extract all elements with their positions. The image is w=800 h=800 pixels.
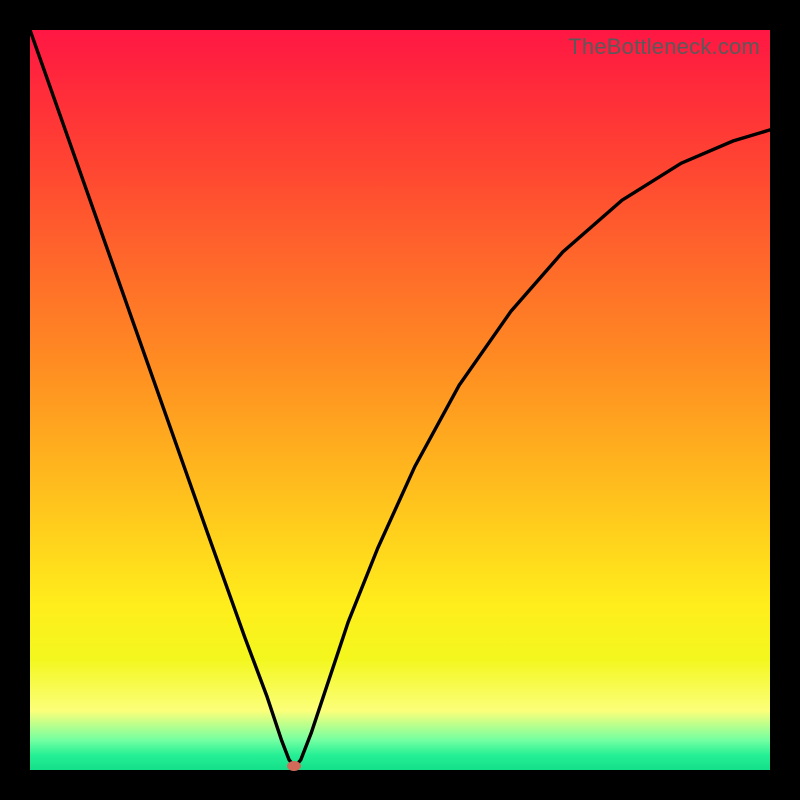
bottleneck-curve [30, 30, 770, 767]
optimum-marker [287, 761, 301, 771]
plot-area: TheBottleneck.com [30, 30, 770, 770]
chart-frame: TheBottleneck.com [0, 0, 800, 800]
curve-svg [30, 30, 770, 770]
